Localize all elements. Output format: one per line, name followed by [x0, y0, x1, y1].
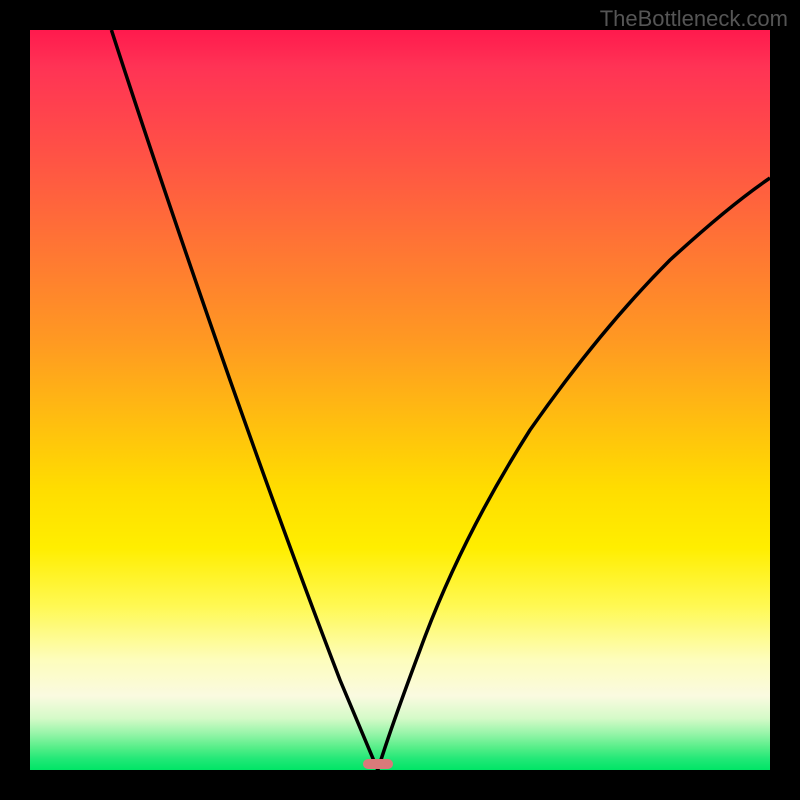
curves-svg [30, 30, 770, 770]
watermark-text: TheBottleneck.com [600, 6, 788, 32]
minimum-marker [363, 759, 393, 769]
chart-container: { "watermark": "TheBottleneck.com", "cha… [0, 0, 800, 800]
left-curve-path [111, 30, 377, 770]
right-curve-path [378, 178, 770, 770]
plot-area [30, 30, 770, 770]
